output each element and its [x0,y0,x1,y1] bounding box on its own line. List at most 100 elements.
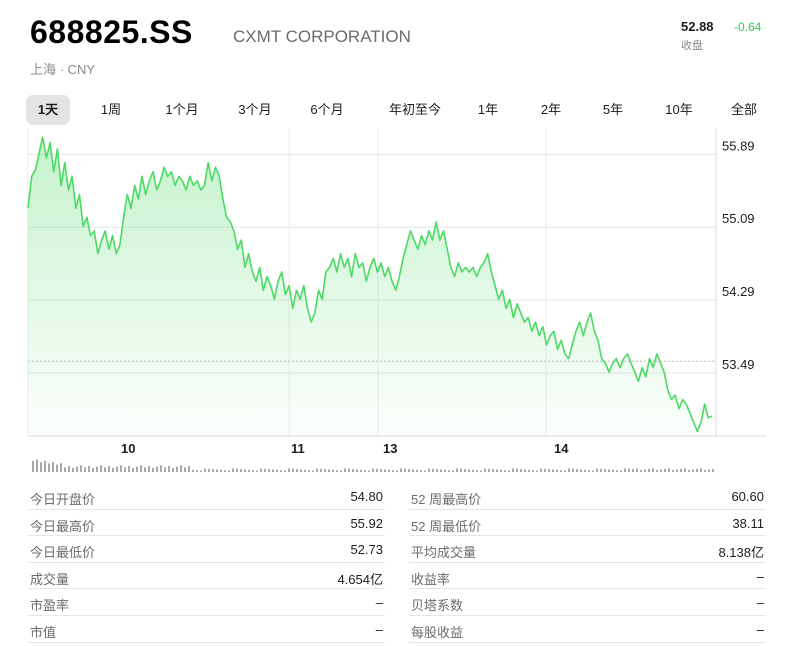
stats-table: 今日开盘价 54.80 今日最高价 55.92 今日最低价 52.73 成交量 4.654亿市… [28,483,772,643]
company-name: CXMT CORPORATION [233,27,411,46]
volume-bar [380,469,382,472]
volume-bar [220,469,222,472]
volume-bar [424,470,426,472]
range-tab-4[interactable]: 6个月 [296,95,358,125]
volume-bar [312,470,314,472]
volume-bar [120,465,122,472]
volume-bar [208,468,210,472]
volume-bar [244,469,246,472]
x-tick-label: 10 [121,441,135,456]
volume-bar [564,470,566,472]
stock-detail-page: 688825.SS CXMT CORPORATION 上海 · CNY 52.8… [0,0,800,646]
volume-bar [664,469,666,472]
range-tab-7[interactable]: 2年 [529,95,573,125]
volume-bar [680,469,682,472]
volume-bar [60,463,62,472]
range-tab-1[interactable]: 1周 [84,95,138,125]
volume-bar [176,466,178,472]
volume-bars [32,459,714,472]
volume-bar [196,470,198,472]
volume-bar [116,466,118,472]
volume-bar [544,468,546,472]
volume-bar [676,469,678,472]
volume-bar [660,469,662,472]
range-tab-0[interactable]: 1天 [26,95,70,125]
volume-bar [484,468,486,472]
volume-bar [88,465,90,472]
volume-bar [148,465,150,472]
volume-bar [536,470,538,472]
volume-bar [532,470,534,472]
stat-row: 市盈率 – [28,589,385,616]
volume-bar [104,467,106,472]
volume-bar [524,469,526,472]
volume-bar [708,469,710,472]
volume-bar [548,469,550,472]
price-chart[interactable]: 55.89 55.09 54.29 53.49 10 11 13 14 [0,128,800,478]
stat-label: 市值 [30,624,57,640]
stat-value: 8.138亿 [718,545,764,561]
volume-bar [556,469,558,472]
volume-bar [360,469,362,472]
volume-bar [696,469,698,472]
range-tab-5[interactable]: 年初至今 [372,95,458,125]
stat-row: 52 周最高价 60.60 [409,483,766,510]
range-tab-2[interactable]: 1个月 [151,95,213,125]
volume-bar [612,469,614,472]
volume-bar [504,470,506,472]
volume-bar [384,469,386,472]
volume-bar [172,468,174,472]
stats-column-right: 52 周最高价 60.60 52 周最低价 38.11 平均成交量 8.138亿 收益率 – 贝… [409,483,766,643]
volume-bar [232,468,234,472]
volume-bar [184,467,186,472]
volume-bar [672,470,674,472]
volume-bar [600,468,602,472]
volume-bar [460,468,462,472]
volume-bar [588,470,590,472]
range-tab-8[interactable]: 5年 [591,95,635,125]
stat-row: 市值 – [28,616,385,643]
volume-bar [108,465,110,472]
volume-bar [260,468,262,472]
range-tab-3[interactable]: 3个月 [224,95,286,125]
volume-bar [84,467,86,472]
volume-bar [376,468,378,472]
volume-bar [328,469,330,472]
volume-bar [304,469,306,472]
volume-bar [132,468,134,472]
volume-bar [488,468,490,472]
volume-bar [228,470,230,472]
stat-row: 每股收益 – [409,616,766,643]
volume-bar [572,468,574,472]
exchange-currency: 上海 · CNY [30,62,96,77]
volume-bar [56,464,58,472]
volume-bar [332,469,334,472]
price-chart-svg: 55.89 55.09 54.29 53.49 10 11 13 14 [27,128,766,472]
volume-bar [448,470,450,472]
volume-bar [392,470,394,472]
volume-bar [224,470,226,472]
stat-label: 市盈率 [30,598,70,614]
volume-bar [356,469,358,472]
volume-bar [656,470,658,472]
volume-bar [616,470,618,472]
volume-bar [432,468,434,472]
range-tab-10[interactable]: 全部 [716,95,772,125]
volume-bar [288,468,290,472]
stat-row: 今日开盘价 54.80 [28,483,385,510]
volume-bar [368,470,370,472]
volume-bar [252,470,254,472]
volume-bar [340,470,342,472]
range-tab-9[interactable]: 10年 [653,95,705,125]
volume-bar [512,468,514,472]
range-tab-6[interactable]: 1年 [466,95,510,125]
volume-bar [372,468,374,472]
stat-row: 收益率 – [409,563,766,590]
volume-bar [144,467,146,472]
volume-bar [92,468,94,472]
stat-value: – [375,595,383,611]
volume-bar [496,469,498,472]
volume-bar [592,470,594,472]
stat-value: – [756,621,764,637]
volume-bar [284,470,286,472]
